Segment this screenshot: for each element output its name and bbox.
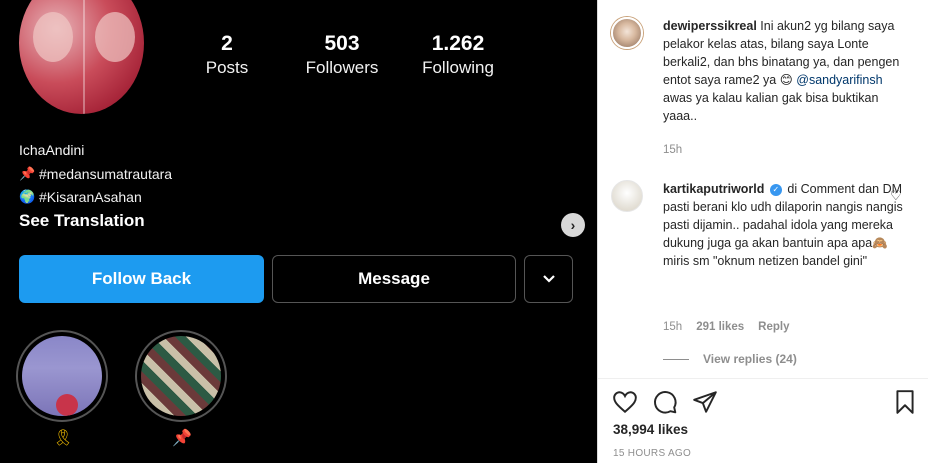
post-timestamp[interactable]: 15 HOURS AGO bbox=[613, 448, 691, 459]
stat-posts-count: 2 bbox=[221, 32, 233, 55]
stat-posts-label: Posts bbox=[205, 58, 249, 77]
comment-author-username[interactable]: kartikaputriworld bbox=[663, 182, 764, 196]
highlight-cover bbox=[141, 336, 221, 416]
comment-reply-button[interactable]: Reply bbox=[758, 321, 789, 333]
caption-text: dewiperssikreal Ini akun2 yg bilang saya… bbox=[663, 17, 903, 125]
post-likes-count[interactable]: 38,994 likes bbox=[613, 422, 688, 437]
replies-divider-line bbox=[663, 358, 689, 360]
bio-line-hashtag-1: 📌 #medansumatrautara bbox=[19, 166, 172, 182]
caption-body-2: awas ya kalau kalian gak bisa buktikan y… bbox=[663, 91, 879, 123]
comment-text: kartikaputriworld ✓ di Comment dan DM pa… bbox=[663, 180, 903, 270]
caption-author-username[interactable]: dewiperssikreal bbox=[663, 19, 757, 33]
message-button[interactable]: Message bbox=[272, 255, 516, 303]
post-actions-bar: 38,994 likes 15 HOURS AGO bbox=[598, 378, 928, 463]
verified-badge-icon: ✓ bbox=[769, 183, 782, 196]
comment-like-heart-icon[interactable]: ♡ bbox=[890, 188, 902, 204]
see-translation-link[interactable]: See Translation bbox=[19, 211, 145, 231]
caption-meta: 15h bbox=[663, 144, 682, 156]
stat-followers-count: 503 bbox=[324, 32, 360, 55]
comment-timestamp[interactable]: 15h bbox=[663, 321, 682, 333]
profile-screenshot: 2 Posts 503 Followers 1.262 Following Ic… bbox=[0, 0, 597, 463]
comment-author-avatar[interactable] bbox=[611, 180, 643, 212]
bookmark-icon[interactable] bbox=[892, 389, 918, 415]
profile-avatar bbox=[19, 0, 144, 114]
highlight-cover bbox=[22, 336, 102, 416]
stat-following-label: Following bbox=[422, 58, 494, 77]
view-replies-label: View replies (24) bbox=[703, 352, 797, 366]
globe-icon: 🌍 bbox=[19, 189, 36, 204]
stat-followers-label: Followers bbox=[305, 58, 379, 77]
bio-hashtag-text[interactable]: #KisaranAsahan bbox=[39, 189, 142, 205]
ribbon-icon: 🎗 bbox=[53, 430, 74, 447]
story-highlight-1[interactable] bbox=[16, 330, 108, 422]
comment-meta: 15h 291 likes Reply bbox=[663, 321, 789, 333]
stat-followers[interactable]: 503 Followers bbox=[287, 32, 397, 80]
follow-back-button[interactable]: Follow Back bbox=[19, 255, 264, 303]
next-arrow-button[interactable]: › bbox=[561, 213, 585, 237]
story-highlight-2[interactable] bbox=[135, 330, 227, 422]
profile-name: IchaAndini bbox=[19, 142, 85, 158]
stat-following-count: 1.262 bbox=[431, 32, 485, 55]
bio-line-hashtag-2: 🌍 #KisaranAsahan bbox=[19, 189, 142, 205]
view-replies-button[interactable]: View replies (24) bbox=[663, 352, 797, 366]
bio-hashtag-text[interactable]: #medansumatrautara bbox=[39, 166, 172, 182]
chevron-right-icon: › bbox=[570, 217, 576, 233]
stat-following[interactable]: 1.262 Following bbox=[403, 32, 513, 80]
suggestions-dropdown-button[interactable] bbox=[524, 255, 573, 303]
comment-icon[interactable] bbox=[652, 389, 678, 415]
heart-icon[interactable] bbox=[612, 389, 638, 415]
share-icon[interactable] bbox=[692, 389, 718, 415]
chevron-down-icon bbox=[542, 275, 555, 283]
caption-timestamp[interactable]: 15h bbox=[663, 144, 682, 156]
comment-likes-count[interactable]: 291 likes bbox=[696, 321, 744, 333]
caption-mention-link[interactable]: @sandyarifinsh bbox=[796, 73, 882, 87]
comments-panel: dewiperssikreal Ini akun2 yg bilang saya… bbox=[597, 0, 928, 463]
pushpin-icon: 📌 bbox=[172, 430, 192, 447]
stat-posts[interactable]: 2 Posts bbox=[172, 32, 282, 80]
pushpin-icon: 📌 bbox=[19, 166, 36, 181]
caption-author-avatar[interactable] bbox=[611, 17, 643, 49]
